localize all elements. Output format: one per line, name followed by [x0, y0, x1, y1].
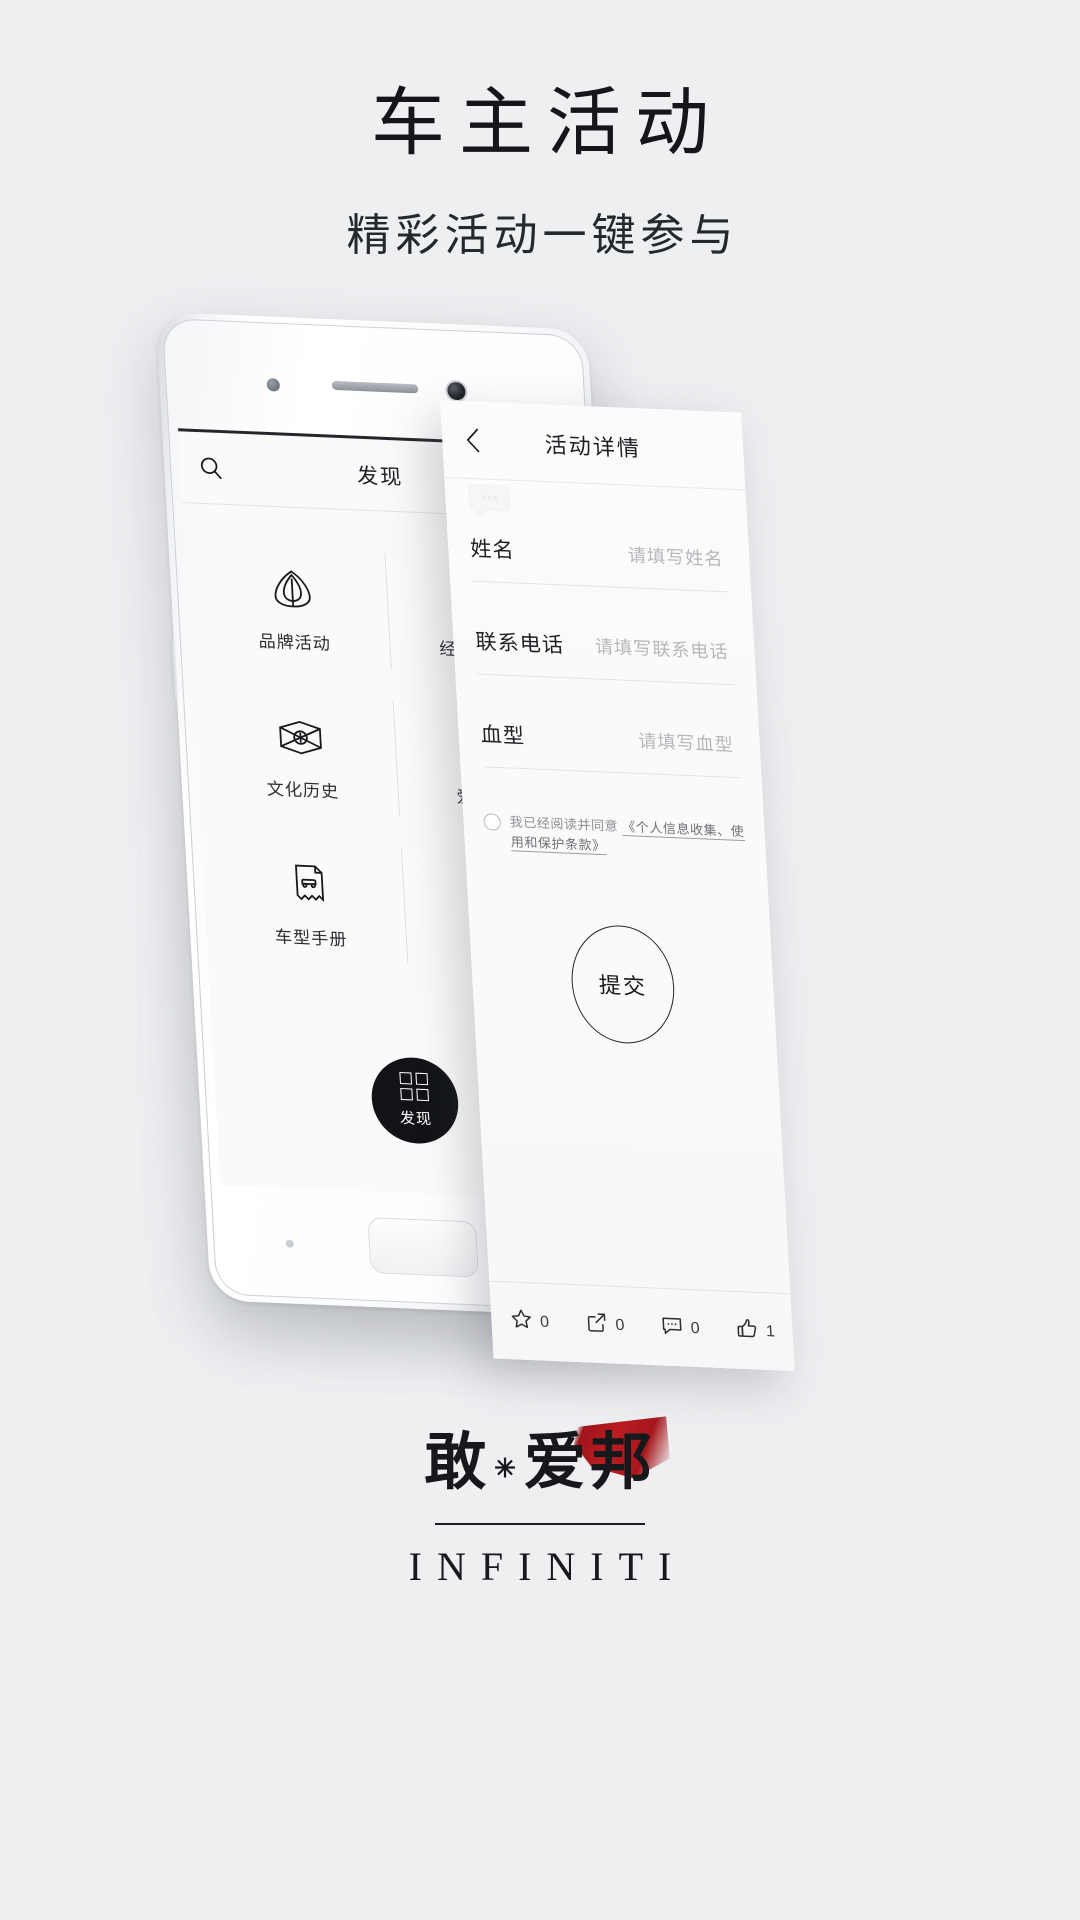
scroll-history-icon — [271, 709, 328, 765]
registration-form: 姓名 请填写姓名 联系电话 请填写联系电话 血型 请填写血型 — [444, 478, 761, 779]
share-count: 0 — [614, 1316, 625, 1334]
brand-mark-right: 爱邦 — [523, 1429, 656, 1497]
submit-button[interactable]: 提交 — [568, 923, 678, 1046]
blood-type-input[interactable]: 请填写血型 — [638, 727, 735, 757]
grid-item-label: 品牌活动 — [258, 631, 332, 654]
submit-row: 提交 — [469, 919, 777, 1049]
card-title: 活动详情 — [543, 431, 642, 461]
infiniti-emblem-icon — [263, 561, 320, 617]
agreement-checkbox[interactable] — [483, 813, 502, 831]
home-button[interactable] — [367, 1217, 479, 1278]
field-name[interactable]: 姓名 请填写姓名 — [469, 532, 730, 593]
hero-header: 车主活动 精彩活动一键参与 — [0, 0, 1080, 263]
manual-book-icon — [280, 856, 337, 912]
page-subtitle: 精彩活动一键参与 — [346, 211, 739, 261]
grid-item-label: 文化历史 — [266, 779, 340, 802]
brand-mark-dot: ✳ — [494, 1453, 520, 1483]
activity-detail-card: 活动详情 姓名 请填写姓名 联系电话 请填写联系电话 血型 请填写血型 我已经阅… — [440, 400, 795, 1372]
share-icon — [584, 1309, 610, 1339]
brand-divider — [435, 1523, 645, 1525]
page-title: 车主活动 — [371, 81, 723, 164]
agreement-text: 我已经阅读并同意 — [509, 814, 619, 834]
card-footer: 0 0 0 1 — [489, 1280, 795, 1372]
proximity-sensor-icon — [266, 378, 281, 392]
thumbs-up-icon — [734, 1316, 760, 1346]
tab-discover[interactable]: 发现 — [369, 1055, 461, 1146]
like-action[interactable]: 1 — [717, 1315, 794, 1347]
comment-count: 0 — [690, 1319, 701, 1337]
field-blood-type[interactable]: 血型 请填写血型 — [479, 718, 740, 779]
grid-item-label: 车型手册 — [274, 926, 348, 949]
brand-block: 敢 ✳爱邦 INFINITI — [0, 1411, 1080, 1590]
share-action[interactable]: 0 — [566, 1309, 643, 1341]
like-count: 1 — [765, 1322, 776, 1340]
comment-icon — [659, 1313, 685, 1343]
brand-name: INFINITI — [408, 1544, 687, 1589]
grid-squares-icon — [399, 1072, 430, 1102]
grid-item-brand-activity[interactable]: 品牌活动 — [194, 529, 392, 685]
brand-mark-left: 敢 — [424, 1429, 491, 1497]
favorite-action[interactable]: 0 — [491, 1306, 568, 1338]
name-input[interactable]: 请填写姓名 — [627, 541, 724, 571]
grid-item-model-manual[interactable]: 车型手册 — [210, 825, 408, 981]
search-icon[interactable] — [198, 455, 224, 481]
favorite-count: 0 — [539, 1313, 550, 1331]
comment-bubble-icon — [467, 481, 513, 523]
tab-discover-label: 发现 — [399, 1109, 433, 1129]
field-phone[interactable]: 联系电话 请填写联系电话 — [474, 625, 735, 686]
agreement-row[interactable]: 我已经阅读并同意 《个人信息收集、使用和保护条款》 — [463, 810, 766, 862]
nav-dot-left[interactable] — [285, 1239, 295, 1248]
star-icon — [508, 1306, 534, 1336]
comment-action[interactable]: 0 — [641, 1312, 718, 1344]
card-topbar: 活动详情 — [440, 400, 746, 491]
grid-item-culture-history[interactable]: 文化历史 — [202, 677, 400, 833]
phone-stage: 发现 品牌活动 文化历史 车型手册 发现 活动详情 姓名 请填写姓名 联系电话 … — [0, 300, 1080, 1410]
brand-logo: 敢 ✳爱邦 — [424, 1411, 670, 1501]
